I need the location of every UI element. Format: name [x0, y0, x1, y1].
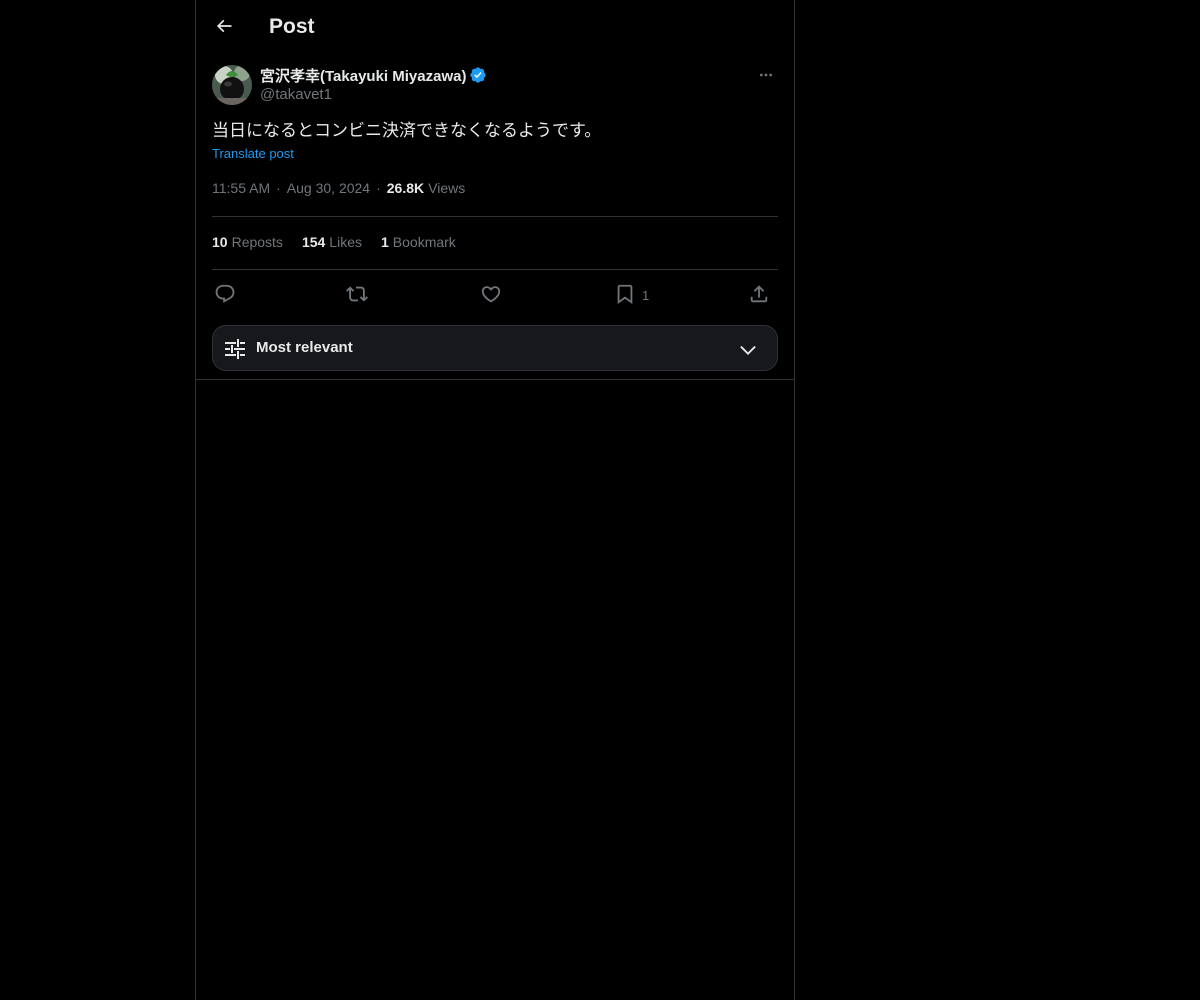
bookmark-action-count: 1	[642, 288, 650, 303]
reposts-count: 10	[212, 234, 228, 250]
separator-dot: ·	[276, 180, 281, 196]
reposts-label: Reposts	[231, 234, 283, 250]
post-date[interactable]: Aug 30, 2024	[287, 180, 370, 196]
display-name-row: 宮沢孝幸(Takayuki Miyazawa)	[260, 65, 487, 85]
sliders-icon	[225, 339, 245, 359]
display-name[interactable]: 宮沢孝幸(Takayuki Miyazawa)	[260, 65, 466, 86]
likes-count: 154	[301, 234, 326, 250]
separator-dot: ·	[376, 180, 381, 196]
divider	[212, 269, 778, 270]
reply-icon	[215, 284, 235, 303]
chevron-down-icon	[740, 345, 756, 355]
page-title: Post	[269, 15, 315, 38]
reposts-stat[interactable]: 10 Reposts	[212, 234, 283, 250]
bookmark-icon	[617, 284, 633, 305]
avatar[interactable]	[212, 65, 252, 105]
bookmarks-label: Bookmark	[392, 234, 456, 250]
arrow-left-icon	[216, 19, 232, 33]
bookmarks-count: 1	[380, 234, 389, 250]
reply-button[interactable]	[214, 280, 236, 308]
repost-button[interactable]	[346, 280, 368, 308]
post-text: 当日になるとコンビニ決済できなくなるようです。	[212, 121, 602, 141]
main-column: Post 宮沢孝幸(Takayuki Miyazawa) @takavet1 当…	[195, 0, 795, 1000]
bookmark-button[interactable]: 1	[614, 280, 649, 308]
post-time[interactable]: 11:55 AM	[212, 180, 270, 196]
author-handle[interactable]: @takavet1	[260, 86, 332, 103]
bookmarks-stat[interactable]: 1 Bookmark	[381, 234, 456, 250]
page-header: Post	[196, 0, 794, 54]
verified-badge-icon	[470, 67, 487, 83]
views-count: 26.8K	[386, 180, 425, 196]
repost-icon	[346, 286, 368, 302]
post-meta: 11:55 AM · Aug 30, 2024 · 26.8K Views	[212, 180, 465, 196]
section-divider	[196, 379, 794, 380]
likes-label: Likes	[329, 234, 362, 250]
translate-post-link[interactable]: Translate post	[212, 146, 294, 161]
sort-replies-dropdown[interactable]: Most relevant	[212, 325, 778, 371]
divider	[212, 216, 778, 217]
likes-stat[interactable]: 154 Likes	[302, 234, 362, 250]
views-label: Views	[428, 180, 466, 196]
back-button[interactable]	[209, 11, 239, 41]
avatar-image	[212, 65, 252, 105]
share-button[interactable]	[748, 280, 770, 308]
like-button[interactable]	[480, 280, 502, 308]
action-bar: 1	[212, 280, 778, 308]
more-horizontal-icon	[760, 73, 772, 77]
sort-label: Most relevant	[256, 339, 353, 356]
more-options-button[interactable]	[754, 64, 778, 86]
share-icon	[750, 285, 768, 303]
post-stats: 10 Reposts 154 Likes 1 Bookmark	[212, 234, 475, 250]
like-icon	[481, 286, 501, 303]
post-author: 宮沢孝幸(Takayuki Miyazawa) @takavet1	[212, 64, 778, 108]
